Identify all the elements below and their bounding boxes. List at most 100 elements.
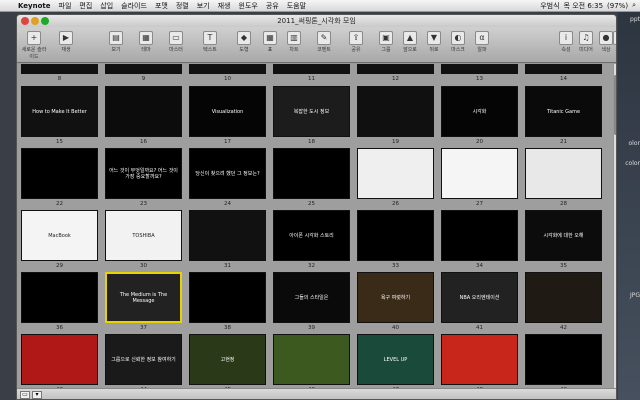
- slide-thumbnail[interactable]: [441, 148, 518, 199]
- slide-thumbnail[interactable]: Visualization: [189, 86, 266, 137]
- desktop-file-label[interactable]: JPG: [630, 292, 640, 299]
- slide-thumbnail[interactable]: MacBook: [21, 210, 98, 261]
- zoom-button[interactable]: [41, 17, 49, 25]
- slide-thumbnail[interactable]: 당신이 찾으려 했던 그 정보는?: [189, 148, 266, 199]
- slide-thumbnail[interactable]: 어느 것이 무엇일까요? 어느 것이 가장 중요할까요?: [105, 148, 182, 199]
- slide-number: 36: [56, 325, 63, 331]
- text-button[interactable]: T 텍스트: [197, 31, 223, 59]
- user-name[interactable]: 우범식: [540, 1, 559, 11]
- slide-thumbnail[interactable]: [189, 272, 266, 323]
- scrollbar-thumb[interactable]: [614, 75, 616, 135]
- menu-item[interactable]: 편집: [75, 1, 96, 11]
- group-button[interactable]: ▣ 그룹: [373, 31, 399, 59]
- slide-thumbnail[interactable]: [273, 334, 350, 385]
- slide-thumbnail[interactable]: 그들의 스타일은: [273, 272, 350, 323]
- slide-thumbnail[interactable]: LEVEL UP: [357, 334, 434, 385]
- close-button[interactable]: [21, 17, 29, 25]
- alpha-button[interactable]: α 알파: [469, 31, 495, 59]
- slide-number: 24: [224, 201, 231, 207]
- menu-app-name[interactable]: Keynote: [14, 2, 55, 10]
- slide-thumbnail[interactable]: [525, 148, 602, 199]
- back-button[interactable]: ▼ 뒤로: [421, 31, 447, 59]
- fonts-button[interactable]: A 서체: [607, 31, 616, 59]
- slide-thumbnail[interactable]: 아이폰 시각화 스토리: [273, 210, 350, 261]
- desktop-file-label[interactable]: olor: [629, 140, 640, 147]
- slide-title-text: [310, 358, 314, 362]
- share-button[interactable]: ⇪ 공유: [343, 31, 369, 59]
- theme-icon: ▦: [139, 31, 153, 45]
- slide-thumbnail[interactable]: 시각화: [441, 86, 518, 137]
- slide-thumbnail[interactable]: TOSHIBA: [105, 210, 182, 261]
- slide-thumbnail[interactable]: [21, 148, 98, 199]
- menu-item[interactable]: 삽입: [96, 1, 117, 11]
- slide-thumbnail[interactable]: [525, 334, 602, 385]
- shapes-button[interactable]: ◆ 도형: [231, 31, 257, 59]
- view-button[interactable]: ▤ 보기: [103, 31, 129, 59]
- slide-thumbnail[interactable]: [273, 64, 350, 74]
- slide-thumbnail[interactable]: [441, 64, 518, 74]
- slide-thumbnail[interactable]: [105, 86, 182, 137]
- play-button[interactable]: ▶ 재생: [53, 31, 79, 59]
- slide-thumbnail[interactable]: [21, 334, 98, 385]
- slide-thumbnail[interactable]: [21, 272, 98, 323]
- spotlight-icon[interactable]: ⌕: [632, 1, 636, 10]
- slide-thumbnail[interactable]: How to Make It Better: [21, 86, 98, 137]
- mask-button[interactable]: ◐ 마스크: [445, 31, 471, 59]
- desktop-file-label[interactable]: ppt: [630, 16, 640, 23]
- slide-title-text: 그들의 스타일은: [294, 294, 329, 301]
- slide-title-text: How to Make It Better: [32, 108, 87, 115]
- slide-title-text: [142, 110, 146, 114]
- slide-number: 27: [476, 201, 483, 207]
- menu-item[interactable]: 포맷: [151, 1, 172, 11]
- slide-thumbnail[interactable]: [357, 210, 434, 261]
- masters-button[interactable]: ▭ 마스터: [163, 31, 189, 59]
- slide-thumbnail[interactable]: [105, 64, 182, 74]
- menu-item[interactable]: 정렬: [172, 1, 193, 11]
- text-icon: T: [203, 31, 217, 45]
- slide-thumbnail[interactable]: [273, 148, 350, 199]
- menu-item[interactable]: 윈도우: [235, 1, 262, 11]
- slide-thumbnail[interactable]: The Medium is The Message: [105, 272, 182, 323]
- new-slide-button[interactable]: + 새로운 슬라이드: [21, 31, 47, 60]
- slide-thumbnail[interactable]: 욕구 여럿하기: [357, 272, 434, 323]
- slide-thumbnail[interactable]: [441, 334, 518, 385]
- theme-button[interactable]: ▦ 테마: [133, 31, 159, 59]
- slide-thumbnail[interactable]: [525, 272, 602, 323]
- view-toggle-button[interactable]: ▭: [20, 391, 30, 399]
- charts-button[interactable]: ▥ 차트: [281, 31, 307, 59]
- slide-thumbnail[interactable]: [525, 64, 602, 74]
- slide-title-text: 어느 것이 무엇일까요? 어느 것이 가장 중요할까요?: [109, 167, 178, 180]
- slide-thumbnail[interactable]: Titanic Game: [525, 86, 602, 137]
- slide-thumbnail[interactable]: [441, 210, 518, 261]
- menu-item[interactable]: 파일: [55, 1, 76, 11]
- minimize-button[interactable]: [31, 17, 39, 25]
- slide-title-text: [58, 296, 62, 300]
- desktop-file-label[interactable]: color: [625, 160, 640, 167]
- slide-thumbnail[interactable]: NBA 오리엔테이션: [441, 272, 518, 323]
- view-options-button[interactable]: ▾: [32, 391, 42, 399]
- slide-thumbnail[interactable]: 그룹으로 신뢰한 정보 참여하기: [105, 334, 182, 385]
- comment-button[interactable]: ✎ 코멘트: [311, 31, 337, 59]
- slide-number: 12: [392, 76, 399, 82]
- menu-item[interactable]: 재생: [214, 1, 235, 11]
- battery-percent[interactable]: (97%): [607, 2, 628, 10]
- slide-thumbnail[interactable]: [21, 64, 98, 74]
- menu-item[interactable]: 보기: [193, 1, 214, 11]
- window-title: 2011_써핑톤_시각화 모임: [277, 17, 356, 25]
- menu-item[interactable]: 공유: [262, 1, 283, 11]
- front-button[interactable]: ▲ 앞으로: [397, 31, 423, 59]
- menu-item[interactable]: 슬라이드: [117, 1, 151, 11]
- table-button[interactable]: ▦ 표: [257, 31, 283, 59]
- slide-thumbnail[interactable]: 시각화에 대한 오해: [525, 210, 602, 261]
- slide-thumbnail[interactable]: [189, 64, 266, 74]
- slide-thumbnail[interactable]: [357, 86, 434, 137]
- slide-thumbnail[interactable]: [357, 148, 434, 199]
- slide-thumbnail[interactable]: [189, 210, 266, 261]
- menu-item[interactable]: 도움말: [283, 1, 310, 11]
- clock[interactable]: 목 오전 6:35: [564, 1, 604, 11]
- slide-thumbnail[interactable]: [357, 64, 434, 74]
- slide-thumbnail[interactable]: 복잡한 도시 정보: [273, 86, 350, 137]
- slide-number: 28: [560, 201, 567, 207]
- slide-thumbnail[interactable]: 고현정: [189, 334, 266, 385]
- slide-title-text: 당신이 찾으려 했던 그 정보는?: [195, 170, 260, 177]
